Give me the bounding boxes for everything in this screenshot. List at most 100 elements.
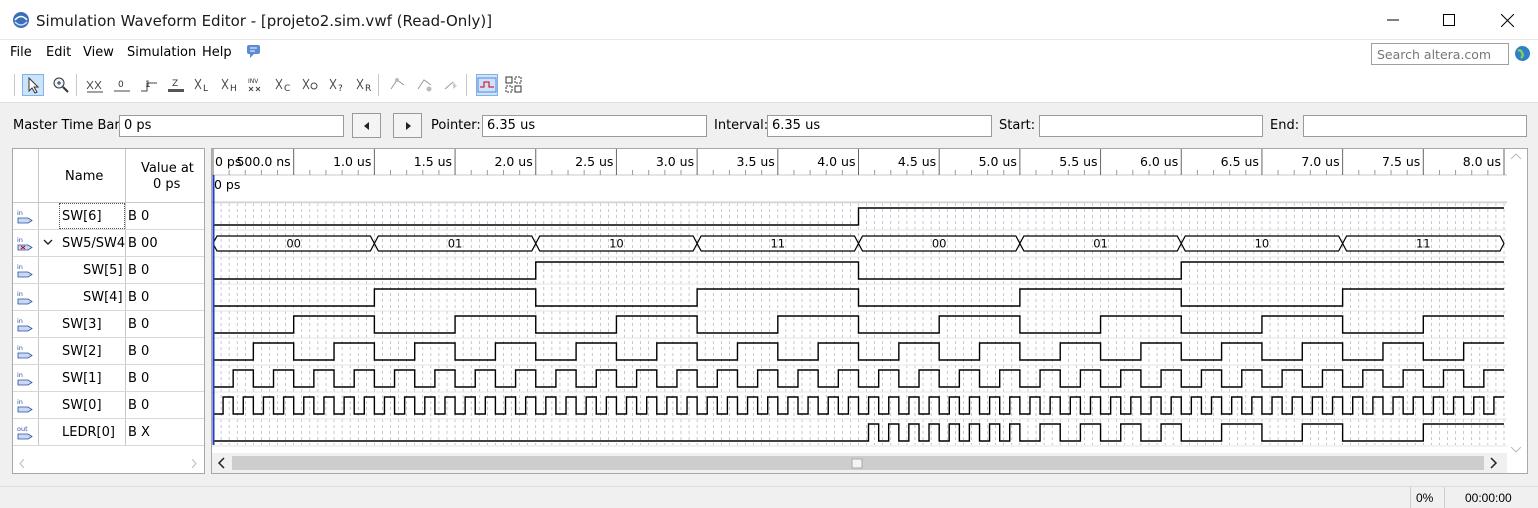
- signal-row[interactable]: in SW5/SW4 B 00: [13, 230, 204, 257]
- end-field[interactable]: [1303, 115, 1527, 137]
- search-input[interactable]: Search altera.com: [1371, 43, 1509, 65]
- help-chat-icon[interactable]: [246, 43, 262, 59]
- scroll-left-icon[interactable]: [19, 459, 25, 468]
- interval-field[interactable]: 6.35 us: [767, 115, 992, 137]
- svg-text:out: out: [17, 425, 28, 433]
- svg-text:in: in: [17, 398, 23, 406]
- start-field[interactable]: [1039, 115, 1263, 137]
- pointer-label: Pointer:: [431, 118, 481, 133]
- start-label: Start:: [999, 118, 1036, 133]
- signal-value: B 0: [128, 371, 150, 386]
- force-high-button[interactable]: 1: [138, 74, 160, 96]
- signal-row[interactable]: in SW[4] B 0: [13, 284, 204, 311]
- ruler-tick-label: 4.5 us: [898, 154, 936, 169]
- toolbar-separator: [76, 74, 77, 96]
- svg-text:H: H: [230, 84, 237, 94]
- signal-name: LEDR[0]: [62, 425, 115, 440]
- signal-row[interactable]: in SW[6] B 0: [13, 203, 204, 230]
- dont-care-button[interactable]: ?: [327, 74, 349, 96]
- next-transition-button[interactable]: [393, 113, 422, 138]
- signal-row[interactable]: out LEDR[0] B X: [13, 419, 204, 446]
- grid-button[interactable]: [503, 74, 525, 96]
- run-functional-button[interactable]: [387, 74, 409, 96]
- prev-transition-button[interactable]: [352, 113, 381, 138]
- svg-text:in: in: [17, 371, 23, 379]
- bus-value-label: 11: [770, 237, 785, 251]
- weak-low-button[interactable]: L: [192, 74, 214, 96]
- weak-high-button[interactable]: H: [219, 74, 241, 96]
- menu-simulation[interactable]: Simulation: [127, 45, 196, 60]
- force-low-button[interactable]: 0: [111, 74, 133, 96]
- force-low-icon: 0: [114, 80, 130, 92]
- signal-row[interactable]: in SW[0] B 0: [13, 392, 204, 419]
- ruler-tick-label: 2.5 us: [575, 154, 613, 169]
- progress-percent: 0%: [1416, 491, 1434, 505]
- pointer-field[interactable]: 6.35 us: [482, 115, 707, 137]
- close-button[interactable]: [1478, 0, 1536, 40]
- master-time-bar-field[interactable]: 0 ps: [119, 115, 344, 137]
- weak-high-icon: H: [221, 78, 237, 94]
- menu-edit[interactable]: Edit: [46, 45, 71, 60]
- signal-value: B 0: [128, 263, 150, 278]
- scrollbar-grip: [851, 458, 863, 469]
- elapsed-time: 00:00:00: [1465, 491, 1512, 505]
- svg-text:C: C: [284, 84, 290, 94]
- signal-name: SW[6]: [62, 209, 102, 224]
- value-column-header-line2: 0 ps: [153, 177, 181, 192]
- uninitialized-button[interactable]: [84, 74, 106, 96]
- random-button[interactable]: R: [354, 74, 376, 96]
- waveform-pane[interactable]: 0 ps 500.0 ns 1.0 us 1.5 us 2.0 us 2.5 us 3.0 …: [211, 148, 1528, 474]
- ruler-tick-label: 1.5 us: [414, 154, 452, 169]
- run-timing-button[interactable]: [414, 74, 436, 96]
- globe-icon[interactable]: [1514, 45, 1531, 62]
- ruler-tick-label: 1.0 us: [333, 154, 371, 169]
- signal-value: B X: [128, 425, 150, 440]
- maximize-icon: [1443, 14, 1455, 26]
- selection-tool-button[interactable]: [22, 74, 44, 96]
- svg-text:in: in: [17, 263, 23, 271]
- vertical-scrollbar[interactable]: [1507, 149, 1527, 451]
- bus-value-label: 10: [1255, 237, 1270, 251]
- menu-help[interactable]: Help: [202, 45, 232, 60]
- app-icon: [13, 12, 29, 28]
- ruler-tick-label: 3.5 us: [737, 154, 775, 169]
- horizontal-scrollbar[interactable]: [13, 453, 204, 473]
- signal-row[interactable]: in SW[1] B 0: [13, 365, 204, 392]
- uninitialized-icon: [86, 80, 103, 93]
- scroll-right-icon[interactable]: [191, 459, 197, 468]
- signal-row[interactable]: in SW[5] B 0: [13, 257, 204, 284]
- master-time-bar-label: Master Time Bar:: [13, 118, 124, 133]
- value-column-header-line1[interactable]: Value at: [141, 161, 194, 176]
- menu-file[interactable]: File: [10, 45, 32, 60]
- waveform-canvas[interactable]: 0 ps 500.0 ns 1.0 us 1.5 us 2.0 us 2.5 us 3.0 …: [212, 149, 1527, 473]
- snap-to-grid-icon: [477, 77, 497, 93]
- signal-name: SW[3]: [62, 317, 102, 332]
- menu-view[interactable]: View: [83, 45, 114, 60]
- snap-to-grid-button[interactable]: [476, 74, 498, 96]
- bus-value-label: 00: [286, 237, 301, 251]
- minimize-button[interactable]: [1364, 0, 1422, 40]
- high-impedance-button[interactable]: Z: [165, 74, 187, 96]
- waveform-sw0: [213, 396, 1504, 415]
- invert-button[interactable]: INV: [246, 74, 268, 96]
- master-time-bar-marker-label: 0 ps: [214, 177, 240, 192]
- clock-button[interactable]: [300, 74, 322, 96]
- chevron-down-icon[interactable]: [43, 239, 53, 246]
- name-column-header[interactable]: Name: [65, 169, 103, 184]
- timing-netlist-button[interactable]: [441, 74, 463, 96]
- svg-text:in: in: [17, 290, 23, 298]
- maximize-button[interactable]: [1420, 0, 1478, 40]
- signal-value: B 0: [128, 209, 150, 224]
- bus-value-label: 01: [1093, 237, 1108, 251]
- ruler-tick-label: 5.0 us: [979, 154, 1017, 169]
- input-pin-icon: in: [17, 371, 33, 386]
- signal-row[interactable]: in SW[3] B 0: [13, 311, 204, 338]
- svg-text:in: in: [17, 317, 23, 325]
- signal-name: SW[1]: [62, 371, 102, 386]
- signal-row[interactable]: in SW[2] B 0: [13, 338, 204, 365]
- close-icon: [1500, 13, 1514, 27]
- svg-text:?: ?: [338, 84, 343, 94]
- arrow-left-icon: [363, 121, 369, 130]
- count-value-button[interactable]: C: [273, 74, 295, 96]
- zoom-tool-button[interactable]: [50, 74, 72, 96]
